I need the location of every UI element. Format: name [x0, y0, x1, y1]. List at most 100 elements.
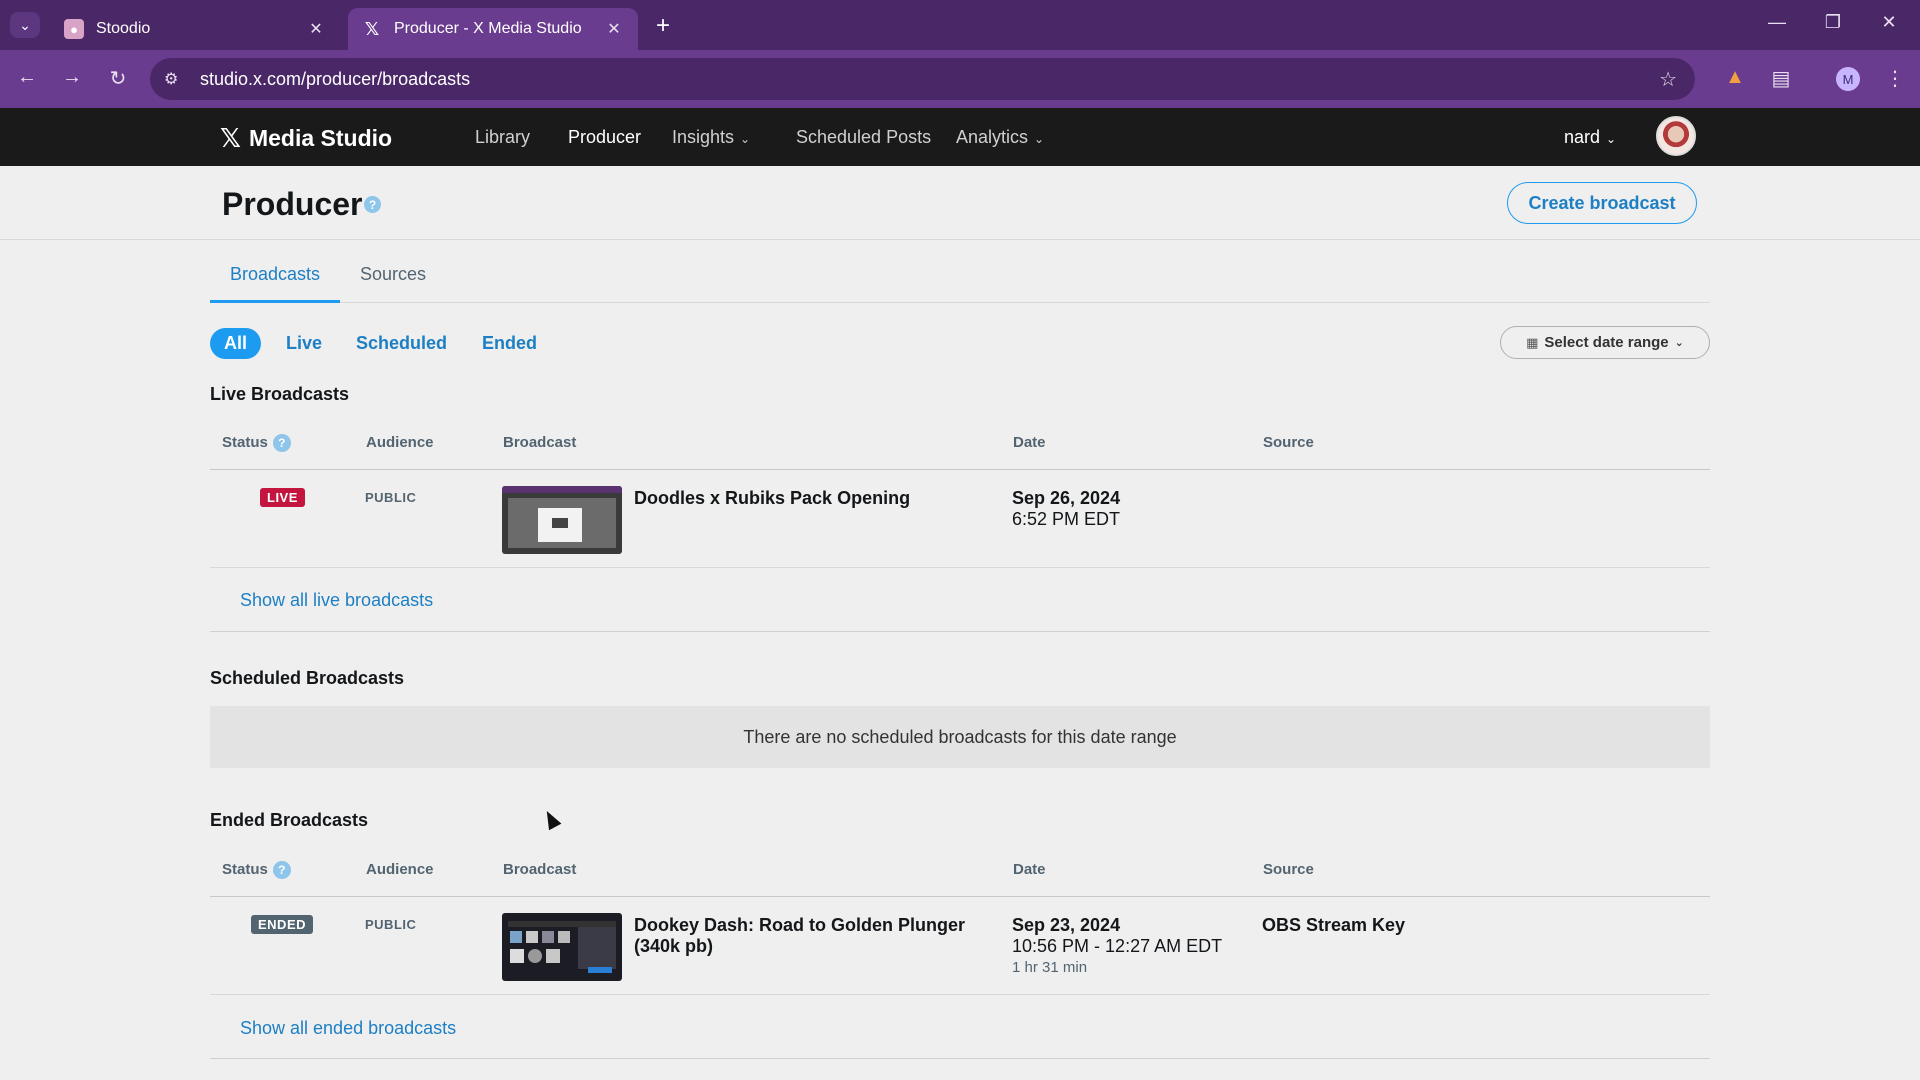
source-column-header: Source	[1263, 861, 1314, 878]
broadcast-date: Sep 23, 2024 10:56 PM - 12:27 AM EDT 1 h…	[1012, 915, 1222, 978]
section-divider	[210, 1058, 1710, 1059]
broadcast-duration: 1 hr 31 min	[1012, 959, 1088, 976]
ended-broadcasts-heading: Ended Broadcasts	[210, 810, 369, 830]
chevron-down-icon: ⌄	[740, 132, 751, 146]
tab-title: Producer - X Media Studio	[394, 20, 582, 37]
browser-tab-bar: ⌄ ● Stoodio ✕ 𝕏 Producer - X Media Studi…	[0, 0, 1920, 50]
close-icon[interactable]: ✕	[306, 19, 326, 39]
tab-title: Stoodio	[96, 20, 151, 37]
nav-insights[interactable]: Insights ⌄	[672, 127, 750, 148]
bookmark-star-icon[interactable]: ☆	[1659, 67, 1677, 92]
filter-live[interactable]: Live	[286, 328, 322, 359]
audience-column-header: Audience	[366, 861, 434, 878]
show-all-live-link[interactable]: Show all live broadcasts	[240, 590, 433, 611]
filter-ended[interactable]: Ended	[482, 328, 537, 359]
help-icon[interactable]: ?	[272, 434, 291, 453]
browser-tab-stoodio[interactable]: ● Stoodio ✕	[50, 8, 340, 50]
source-column-header: Source	[1263, 434, 1314, 451]
x-logo-icon: 𝕏	[364, 18, 380, 39]
filter-all[interactable]: All	[210, 328, 262, 359]
section-divider	[210, 631, 1710, 632]
page-header: Producer ? Create broadcast	[0, 166, 1920, 240]
status-column-header: Status?	[222, 861, 291, 880]
status-header-label: Status	[222, 434, 268, 451]
broadcast-thumbnail[interactable]	[502, 486, 622, 554]
filter-scheduled[interactable]: Scheduled	[356, 328, 447, 359]
forward-arrow-icon[interactable]: →	[57, 66, 87, 89]
broadcast-date-time: 6:52 PM EDT	[1012, 509, 1121, 529]
browser-profile-avatar[interactable]: M	[1836, 67, 1860, 91]
date-range-label: Select date range	[1544, 334, 1669, 351]
table-row[interactable]: LIVE PUBLIC Doodles x Rubiks Pack Openin…	[210, 470, 1710, 568]
url-text[interactable]: studio.x.com/producer/broadcasts	[200, 69, 470, 90]
nav-library[interactable]: Library	[475, 127, 530, 148]
broadcast-thumbnail[interactable]	[502, 913, 622, 981]
scheduled-empty-state: There are no scheduled broadcasts for th…	[210, 706, 1710, 768]
live-broadcasts-table: Status? Audience Broadcast Date Source L…	[210, 422, 1710, 568]
stoodio-icon: ●	[64, 19, 84, 39]
broadcast-date-day: Sep 26, 2024	[1012, 488, 1121, 508]
ended-broadcasts-table: Status? Audience Broadcast Date Source E…	[210, 849, 1710, 995]
help-icon[interactable]: ?	[364, 196, 381, 213]
back-arrow-icon[interactable]: ←	[12, 66, 42, 89]
broadcast-title[interactable]: Dookey Dash: Road to Golden Plunger (340…	[634, 915, 974, 957]
mouse-cursor-icon	[540, 807, 562, 831]
table-header: Status? Audience Broadcast Date Source	[210, 849, 1710, 897]
create-broadcast-button[interactable]: Create broadcast	[1507, 182, 1697, 224]
producer-tabs: Broadcasts Sources	[210, 250, 1710, 303]
page-title: Producer ?	[222, 186, 381, 223]
user-avatar[interactable]	[1656, 116, 1696, 156]
user-name: nard	[1564, 127, 1601, 147]
chevron-down-icon: ⌄	[1606, 132, 1617, 146]
minimize-icon[interactable]: —	[1762, 12, 1792, 33]
broadcast-date: Sep 26, 2024 6:52 PM EDT	[1012, 488, 1120, 530]
new-tab-plus-icon[interactable]: +	[650, 12, 676, 40]
brand-name: Media Studio	[248, 125, 393, 151]
live-status-badge: LIVE	[260, 488, 305, 507]
browser-tab-producer[interactable]: 𝕏 Producer - X Media Studio ✕	[348, 8, 638, 50]
tab-search-chevron-icon[interactable]: ⌄	[10, 12, 40, 38]
app-header: 𝕏 Media Studio Library Producer Insights…	[0, 108, 1920, 166]
audience-label: PUBLIC	[365, 917, 417, 932]
help-icon[interactable]: ?	[272, 861, 291, 880]
table-row[interactable]: ENDED PUBLIC Dookey Dash: Road to Golden…	[210, 897, 1710, 995]
status-header-label: Status	[222, 861, 268, 878]
broadcast-column-header: Broadcast	[503, 434, 577, 451]
extensions-puzzle-icon[interactable]: ▤	[1766, 66, 1796, 91]
tab-broadcasts[interactable]: Broadcasts	[210, 264, 341, 303]
date-column-header: Date	[1013, 434, 1046, 451]
x-logo-icon: 𝕏	[220, 123, 241, 153]
nav-analytics[interactable]: Analytics ⌄	[956, 127, 1044, 148]
chevron-down-icon: ⌄	[1674, 337, 1684, 349]
chevron-down-icon: ⌄	[1034, 132, 1045, 146]
ended-status-badge: ENDED	[251, 915, 314, 934]
calendar-icon: ▦	[1526, 334, 1539, 350]
reload-icon[interactable]: ↻	[103, 66, 133, 91]
browser-toolbar: ← → ↻ ⚙ studio.x.com/producer/broadcasts…	[0, 50, 1920, 108]
site-settings-icon[interactable]: ⚙	[164, 69, 186, 89]
nav-analytics-label: Analytics	[956, 127, 1029, 147]
window-close-icon[interactable]: ✕	[1874, 12, 1904, 33]
audience-label: PUBLIC	[365, 490, 417, 505]
user-menu[interactable]: nard ⌄	[1564, 127, 1616, 148]
metamask-extension-icon[interactable]: ▲	[1720, 66, 1750, 89]
nav-scheduled-posts[interactable]: Scheduled Posts	[796, 127, 931, 148]
audience-column-header: Audience	[366, 434, 434, 451]
nav-insights-label: Insights	[672, 127, 735, 147]
close-icon[interactable]: ✕	[604, 19, 624, 39]
table-header: Status? Audience Broadcast Date Source	[210, 422, 1710, 470]
date-column-header: Date	[1013, 861, 1046, 878]
status-column-header: Status?	[222, 434, 291, 453]
broadcast-column-header: Broadcast	[503, 861, 577, 878]
browser-menu-icon[interactable]: ⋮	[1880, 66, 1910, 91]
date-range-select[interactable]: ▦ Select date range ⌄	[1500, 326, 1710, 359]
tab-sources[interactable]: Sources	[340, 264, 446, 303]
nav-producer[interactable]: Producer	[568, 127, 641, 148]
restore-icon[interactable]: ❐	[1818, 12, 1848, 33]
broadcast-date-time: 10:56 PM - 12:27 AM EDT	[1012, 936, 1223, 956]
media-studio-logo[interactable]: 𝕏 Media Studio	[220, 123, 392, 154]
scheduled-broadcasts-heading: Scheduled Broadcasts	[210, 668, 405, 688]
show-all-ended-link[interactable]: Show all ended broadcasts	[240, 1018, 456, 1039]
broadcast-title[interactable]: Doodles x Rubiks Pack Opening	[634, 488, 974, 509]
address-bar[interactable]: ⚙ studio.x.com/producer/broadcasts ☆	[150, 58, 1695, 100]
